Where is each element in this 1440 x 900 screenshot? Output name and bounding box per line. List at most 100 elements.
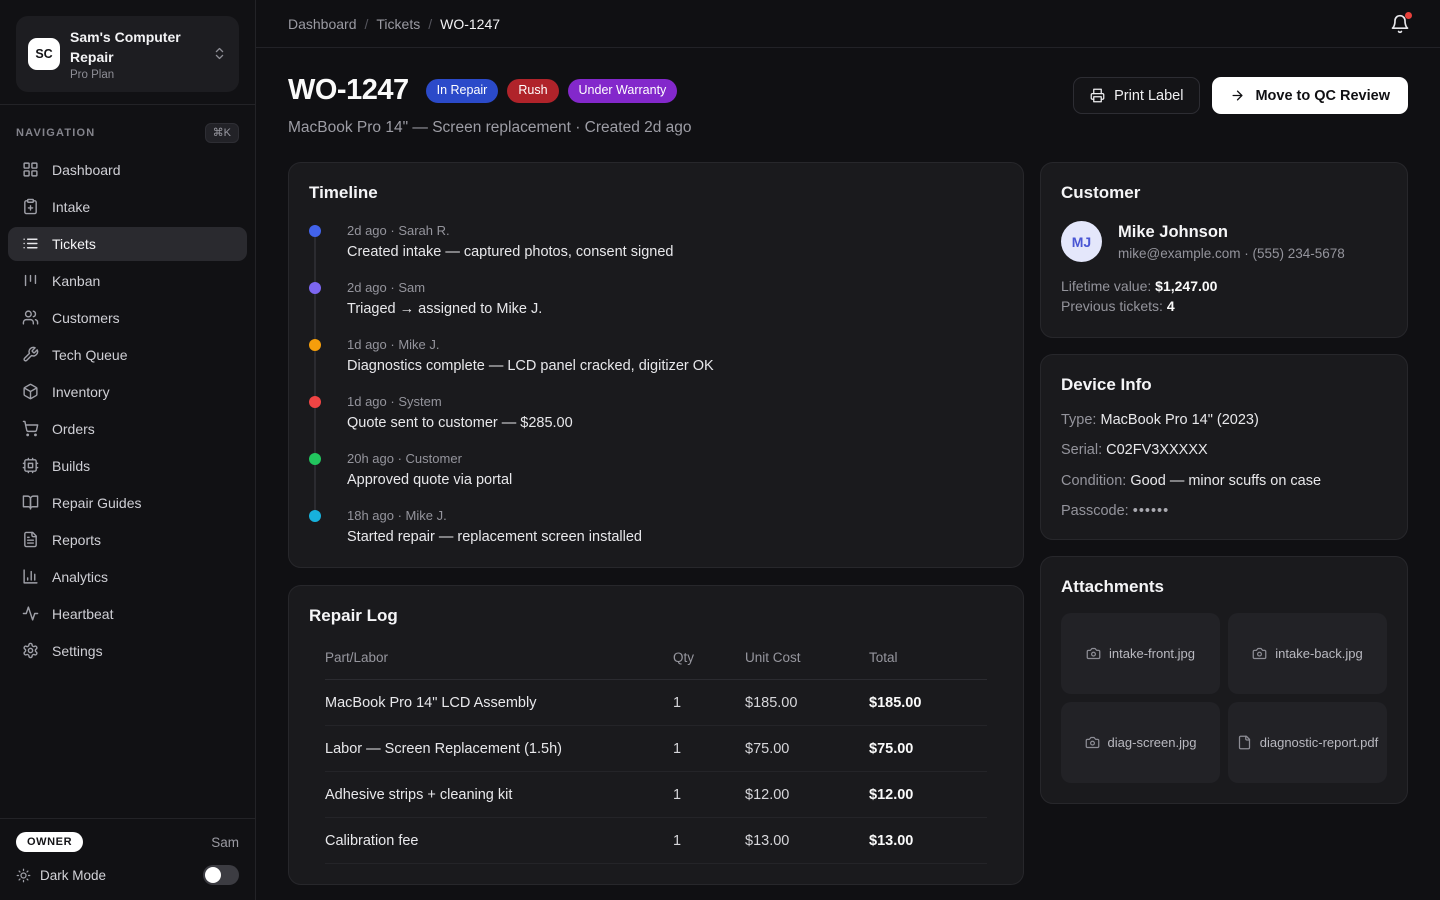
team-plan: Pro Plan <box>70 69 202 81</box>
sidebar-item-kanban[interactable]: Kanban <box>8 264 247 298</box>
timeline-text: Triaged → assigned to Mike J. <box>347 301 1003 317</box>
attachment-tile[interactable]: intake-front.jpg <box>1061 613 1220 694</box>
timeline-dot <box>309 282 321 294</box>
cell-part: Adhesive strips + cleaning kit <box>325 787 673 803</box>
command-k-shortcut[interactable]: ⌘K <box>205 123 239 143</box>
timeline-meta: 1d ago · Mike J. <box>347 337 1003 352</box>
cell-total: $75.00 <box>869 741 987 757</box>
timeline-event: 18h ago · Mike J. Started repair — repla… <box>309 508 1003 545</box>
timeline-title: Timeline <box>309 183 1003 203</box>
page-title: WO-1247 <box>288 74 409 107</box>
book-open-icon <box>22 494 39 511</box>
device-serial: C02FV3XXXXX <box>1106 442 1208 458</box>
priority-badge: Rush <box>507 79 558 103</box>
cpu-icon <box>22 457 39 474</box>
sidebar-item-label: Reports <box>52 532 101 548</box>
device-passcode-row: Passcode: •••••• <box>1061 503 1387 519</box>
table-header-row: Part/Labor Qty Unit Cost Total <box>325 642 987 680</box>
device-serial-row: Serial: C02FV3XXXXX <box>1061 442 1387 458</box>
sidebar-header: SC Sam's Computer Repair Pro Plan <box>0 0 255 105</box>
repair-log-table: Part/Labor Qty Unit Cost Total MacBook P… <box>309 642 1003 864</box>
arrow-right-icon <box>1230 88 1245 103</box>
camera-icon <box>1085 735 1100 750</box>
breadcrumb-separator: / <box>428 16 432 32</box>
sidebar-item-dashboard[interactable]: Dashboard <box>8 153 247 187</box>
cell-qty: 1 <box>673 695 745 711</box>
sidebar-item-intake[interactable]: Intake <box>8 190 247 224</box>
sidebar-footer: OWNER Sam Dark Mode <box>0 818 255 900</box>
breadcrumb-tickets[interactable]: Tickets <box>376 16 420 32</box>
sidebar-item-tech-queue[interactable]: Tech Queue <box>8 338 247 372</box>
toggle-knob <box>205 867 221 883</box>
timeline-text: Diagnostics complete — LCD panel cracked… <box>347 358 1003 374</box>
sidebar-item-label: Kanban <box>52 273 100 289</box>
cell-total: $12.00 <box>869 787 987 803</box>
sidebar-item-heartbeat[interactable]: Heartbeat <box>8 597 247 631</box>
notifications-button[interactable] <box>1384 8 1416 40</box>
sidebar-item-inventory[interactable]: Inventory <box>8 375 247 409</box>
cell-qty: 1 <box>673 741 745 757</box>
sidebar-item-orders[interactable]: Orders <box>8 412 247 446</box>
sidebar-item-builds[interactable]: Builds <box>8 449 247 483</box>
nav-section-header: NAVIGATION ⌘K <box>16 123 239 143</box>
move-to-qc-button[interactable]: Move to QC Review <box>1212 77 1408 114</box>
timeline-meta: 1d ago · System <box>347 394 1003 409</box>
sidebar-item-label: Tickets <box>52 236 96 252</box>
lifetime-value: $1,247.00 <box>1155 278 1217 294</box>
sidebar-item-tickets[interactable]: Tickets <box>8 227 247 261</box>
sidebar-item-label: Customers <box>52 310 120 326</box>
cell-total: $13.00 <box>869 833 987 849</box>
cell-part: Calibration fee <box>325 833 673 849</box>
repair-log-card: Repair Log Part/Labor Qty Unit Cost Tota… <box>288 585 1024 885</box>
timeline-event: 2d ago · Sarah R. Created intake — captu… <box>309 223 1003 260</box>
device-type-row: Type: MacBook Pro 14" (2023) <box>1061 412 1387 428</box>
timeline-text: Started repair — replacement screen inst… <box>347 529 1003 545</box>
sidebar-item-analytics[interactable]: Analytics <box>8 560 247 594</box>
app-window: SC Sam's Computer Repair Pro Plan NAVIGA… <box>0 0 1440 900</box>
device-type: MacBook Pro 14" (2023) <box>1101 412 1259 428</box>
breadcrumb-dashboard[interactable]: Dashboard <box>288 16 357 32</box>
sun-icon <box>16 868 31 883</box>
activity-icon <box>22 605 39 622</box>
attachment-tile[interactable]: diagnostic-report.pdf <box>1228 702 1387 783</box>
timeline-meta: 2d ago · Sam <box>347 280 1003 295</box>
sidebar: SC Sam's Computer Repair Pro Plan NAVIGA… <box>0 0 256 900</box>
package-icon <box>22 383 39 400</box>
customer-contact: mike@example.com · (555) 234-5678 <box>1118 246 1345 261</box>
kanban-icon <box>22 272 39 289</box>
right-column: Customer MJ Mike Johnson mike@example.co… <box>1040 162 1408 804</box>
sidebar-item-settings[interactable]: Settings <box>8 634 247 668</box>
sidebar-item-label: Orders <box>52 421 95 437</box>
attachments-title: Attachments <box>1061 577 1387 597</box>
col-total: Total <box>869 650 987 665</box>
sidebar-item-label: Tech Queue <box>52 347 128 363</box>
dark-mode-toggle[interactable] <box>203 865 239 885</box>
timeline-dot <box>309 225 321 237</box>
cell-part: Labor — Screen Replacement (1.5h) <box>325 741 673 757</box>
lifetime-value-row: Lifetime value: $1,247.00 <box>1061 277 1387 297</box>
dark-mode-label: Dark Mode <box>40 868 106 883</box>
attachment-tile[interactable]: intake-back.jpg <box>1228 613 1387 694</box>
attachment-tile[interactable]: diag-screen.jpg <box>1061 702 1220 783</box>
table-row: Labor — Screen Replacement (1.5h) 1 $75.… <box>325 726 987 772</box>
timeline-event: 20h ago · Customer Approved quote via po… <box>309 451 1003 488</box>
cell-unit: $185.00 <box>745 695 869 711</box>
sidebar-item-customers[interactable]: Customers <box>8 301 247 335</box>
print-label-button[interactable]: Print Label <box>1073 77 1200 114</box>
timeline-meta: 20h ago · Customer <box>347 451 1003 466</box>
cell-unit: $12.00 <box>745 787 869 803</box>
sidebar-item-reports[interactable]: Reports <box>8 523 247 557</box>
timeline-dot <box>309 339 321 351</box>
cell-qty: 1 <box>673 787 745 803</box>
sidebar-item-label: Settings <box>52 643 103 659</box>
main-area: Dashboard / Tickets / WO-1247 WO-1247 In… <box>256 0 1440 900</box>
sidebar-item-label: Intake <box>52 199 90 215</box>
status-badge: In Repair <box>426 79 499 103</box>
sidebar-item-repair-guides[interactable]: Repair Guides <box>8 486 247 520</box>
timeline-dot <box>309 396 321 408</box>
chevrons-up-down-icon <box>212 46 227 61</box>
team-switcher[interactable]: SC Sam's Computer Repair Pro Plan <box>16 16 239 92</box>
table-row: Calibration fee 1 $13.00 $13.00 <box>325 818 987 864</box>
clipboard-plus-icon <box>22 198 39 215</box>
device-passcode: •••••• <box>1133 503 1169 519</box>
